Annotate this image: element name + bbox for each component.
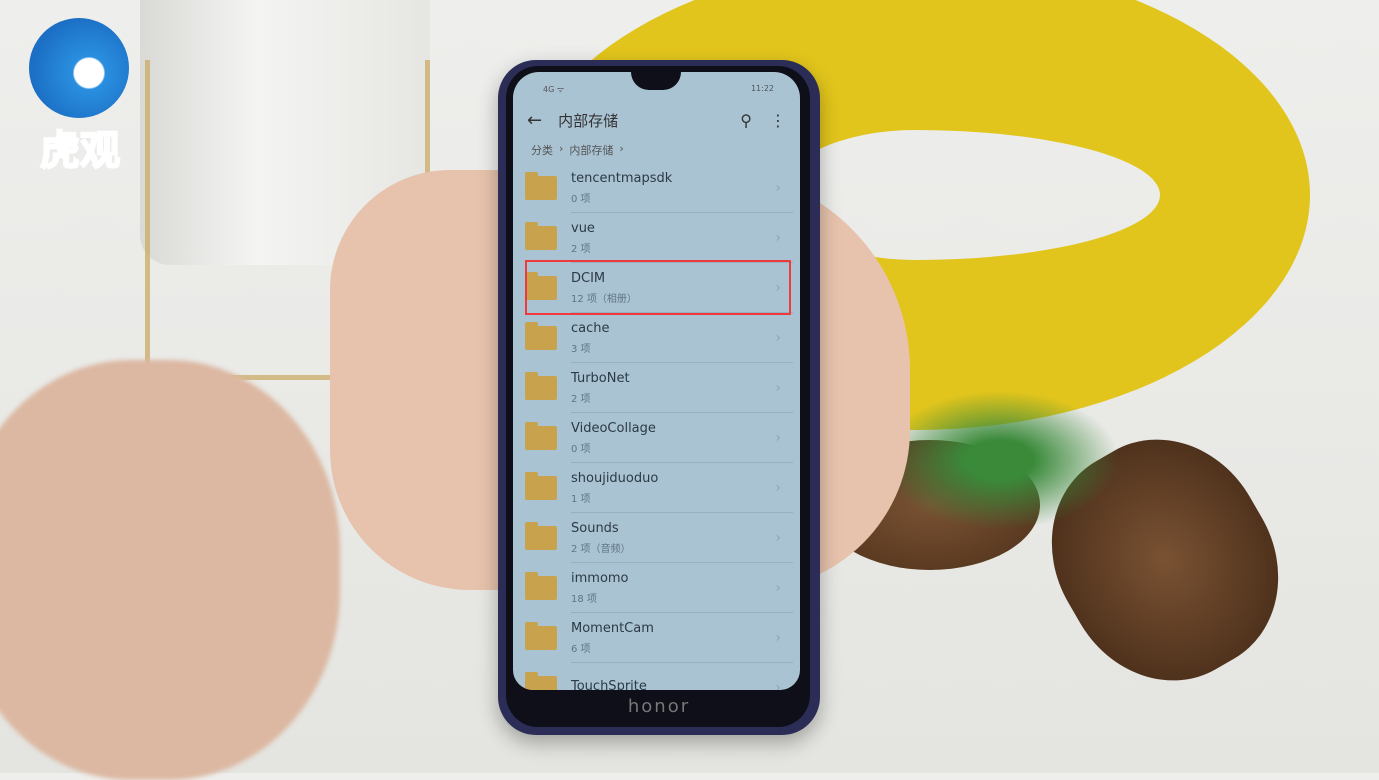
logo: 虎观 <box>25 18 135 178</box>
folder-name: vue <box>571 221 595 236</box>
folder-name: tencentmapsdk <box>571 171 673 186</box>
folder-row[interactable]: vue 2 项 › <box>525 213 793 263</box>
logo-text: 虎观 <box>39 127 121 175</box>
folder-icon <box>525 372 557 400</box>
chevron-right-icon: › <box>619 142 624 155</box>
page-title: 内部存储 <box>558 111 619 130</box>
chevron-right-icon: › <box>775 580 781 596</box>
folder-count: 2 项 <box>571 244 591 255</box>
folder-icon <box>525 622 557 650</box>
folder-row[interactable]: TurboNet 2 项 › <box>525 363 793 413</box>
folder-name: VideoCollage <box>571 421 656 436</box>
breadcrumb-item[interactable]: 内部存储 <box>569 142 613 158</box>
folder-icon <box>525 572 557 600</box>
folder-icon <box>525 522 557 550</box>
chevron-right-icon: › <box>775 430 781 446</box>
folder-name: immomo <box>571 571 629 586</box>
folder-name: Sounds <box>571 521 619 536</box>
folder-row[interactable]: VideoCollage 0 项 › <box>525 413 793 463</box>
chevron-right-icon: › <box>775 230 781 246</box>
folder-icon <box>525 472 557 500</box>
more-vertical-icon[interactable]: ⋮ <box>770 111 786 130</box>
chevron-right-icon: › <box>775 380 781 396</box>
folder-row[interactable]: immomo 18 项 › <box>525 563 793 613</box>
folder-row[interactable]: cache 3 项 › <box>525 313 793 363</box>
folder-icon <box>525 322 557 350</box>
folder-row[interactable]: tencentmapsdk 0 项 › <box>525 163 793 213</box>
app-bar: ← 内部存储 ⚲ ⋮ <box>513 100 800 140</box>
breadcrumb-item[interactable]: 分类 <box>531 142 553 158</box>
chevron-right-icon: › <box>775 330 781 346</box>
folder-name: cache <box>571 321 610 336</box>
folder-name: shoujiduoduo <box>571 471 659 486</box>
breadcrumb: 分类 › 内部存储 › <box>531 142 624 158</box>
chevron-right-icon: › <box>775 530 781 546</box>
folder-count: 0 项 <box>571 444 591 455</box>
camera-notch <box>631 72 681 90</box>
folder-count: 18 项 <box>571 594 597 605</box>
folder-row[interactable]: TouchSprite › <box>525 663 793 690</box>
folder-count: 2 项（音频） <box>571 544 631 555</box>
folder-row[interactable]: shoujiduoduo 1 项 › <box>525 463 793 513</box>
status-time: 11:22 <box>750 84 774 93</box>
folder-icon <box>525 222 557 250</box>
pine-branch <box>880 390 1120 530</box>
folder-count: 1 项 <box>571 494 591 505</box>
chevron-right-icon: › <box>775 630 781 646</box>
folder-count: 2 项 <box>571 394 591 405</box>
other-hand <box>0 360 340 780</box>
arrow-left-icon[interactable]: ← <box>527 110 542 131</box>
search-icon[interactable]: ⚲ <box>740 111 752 130</box>
phone-screen: 4G ᯤ 11:22 ← 内部存储 ⚲ ⋮ 分类 › 内部存储 › tencentm… <box>513 72 800 690</box>
chevron-right-icon: › <box>775 680 781 690</box>
folder-icon <box>525 672 557 690</box>
folder-name: TouchSprite <box>571 678 647 691</box>
folder-icon <box>525 422 557 450</box>
folder-count: 6 项 <box>571 644 591 655</box>
folder-row[interactable]: MomentCam 6 项 › <box>525 613 793 663</box>
signal-status: 4G ᯤ <box>543 85 565 94</box>
folder-name: MomentCam <box>571 621 654 636</box>
chevron-right-icon: › <box>775 480 781 496</box>
folder-icon <box>525 172 557 200</box>
chevron-right-icon: › <box>775 180 781 196</box>
folder-name: TurboNet <box>571 371 630 386</box>
logo-mark-icon <box>29 18 129 118</box>
folder-count: 0 项 <box>571 194 591 205</box>
phone-brand: honor <box>627 696 691 717</box>
folder-row[interactable]: Sounds 2 项（音频） › <box>525 513 793 563</box>
highlight-box <box>525 260 791 315</box>
chevron-right-icon: › <box>559 142 564 155</box>
folder-count: 3 项 <box>571 344 591 355</box>
